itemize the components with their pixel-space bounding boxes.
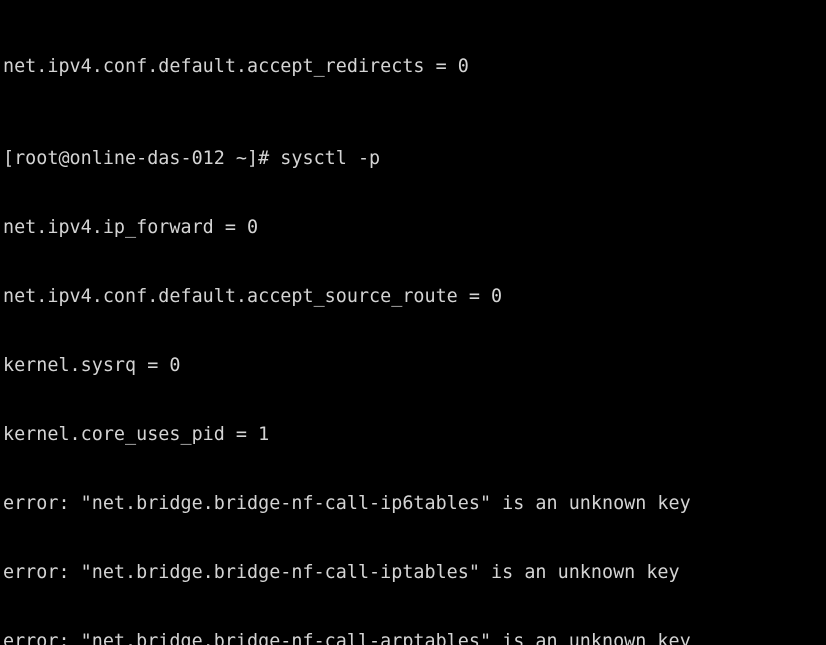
output-line-kernel-sysrq: kernel.sysrq = 0 [3,355,181,376]
output-line-accept-source-route: net.ipv4.conf.default.accept_source_rout… [3,286,503,307]
error-line-arptables: error: "net.bridge.bridge-nf-call-arptab… [3,631,691,645]
terminal-window[interactable]: net.ipv4.conf.default.accept_redirects =… [0,0,826,645]
output-line-kernel-core-uses-pid: kernel.core_uses_pid = 1 [3,424,270,445]
error-line-iptables: error: "net.bridge.bridge-nf-call-iptabl… [3,562,680,583]
scrollback-partial-line: net.ipv4.conf.default.accept_redirects =… [3,56,469,77]
terminal-screen: net.ipv4.conf.default.accept_redirects =… [3,0,813,645]
output-line-ip-forward: net.ipv4.ip_forward = 0 [3,217,259,238]
error-line-ip6tables: error: "net.bridge.bridge-nf-call-ip6tab… [3,493,691,514]
command-line-sysctl: [root@online-das-012 ~]# sysctl -p [3,148,381,169]
